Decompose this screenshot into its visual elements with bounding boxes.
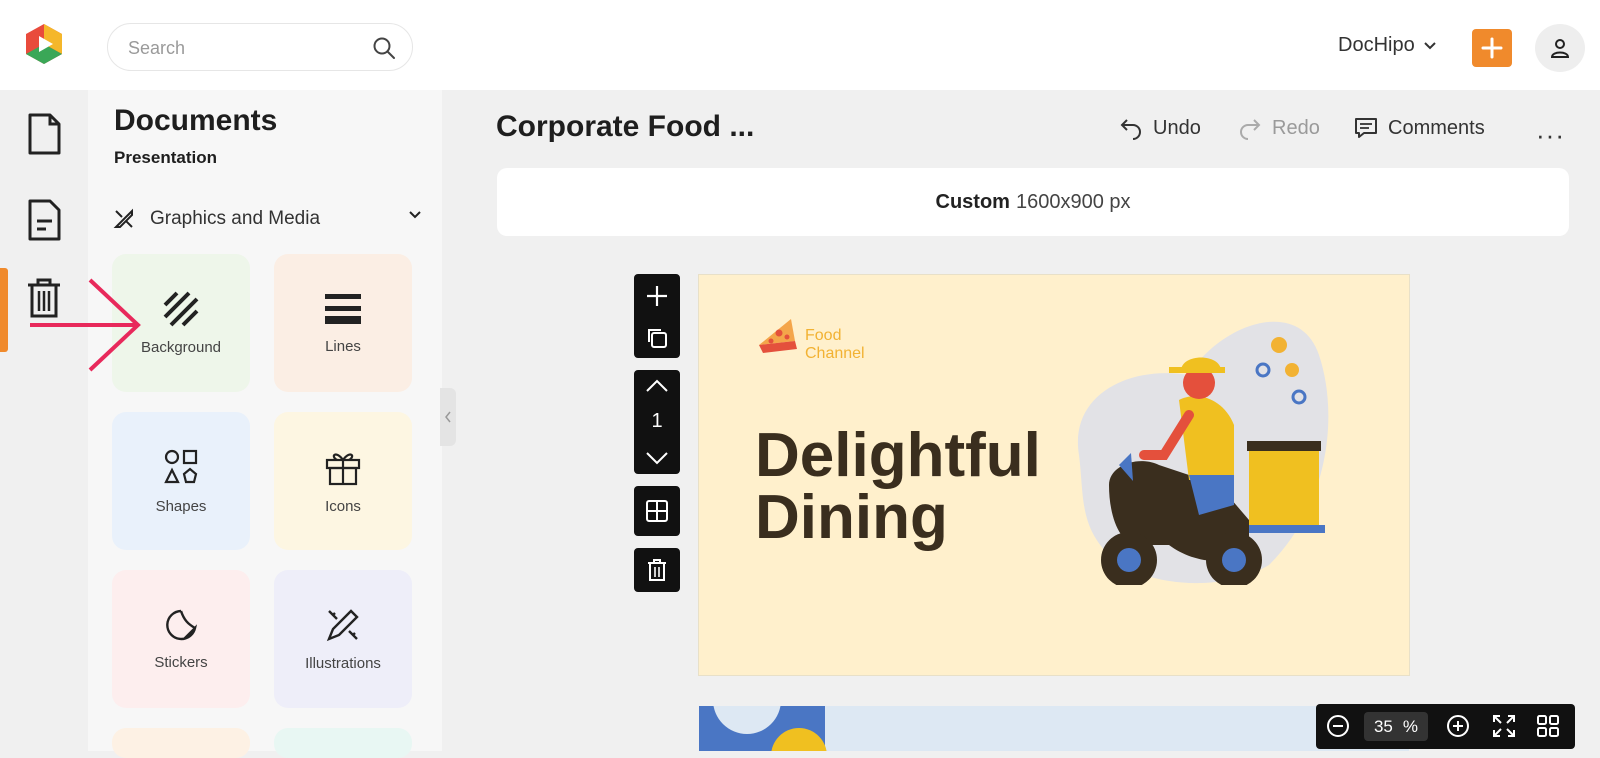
slide-canvas[interactable]: Food Channel Delightful Dining — [699, 275, 1409, 675]
collapse-panel-button[interactable] — [440, 388, 456, 446]
tile-label: Shapes — [155, 497, 207, 515]
canvas-size-bar[interactable]: Custom 1600x900 px — [497, 168, 1569, 236]
shapes-icon — [164, 449, 198, 483]
delivery-scooter-illustration — [1077, 321, 1329, 585]
tile-icons[interactable]: Icons — [274, 412, 412, 550]
slide-nav-tools: 1 — [634, 370, 680, 474]
brand-name: Food Channel — [805, 327, 865, 363]
account-menu[interactable]: DocHipo — [1338, 34, 1437, 57]
page-number: 1 — [651, 410, 663, 433]
rail-item-presentation[interactable] — [24, 198, 64, 242]
tile-partial[interactable] — [112, 728, 250, 758]
tile-label: Icons — [325, 497, 361, 515]
undo-button[interactable]: Undo — [1119, 116, 1201, 140]
top-bar: DocHipo — [0, 0, 1600, 90]
trash-icon — [648, 559, 666, 581]
page-grid-icon[interactable] — [1536, 714, 1560, 738]
account-name: DocHipo — [1338, 34, 1415, 56]
chevron-down-icon[interactable] — [645, 451, 669, 465]
zoom-value: 35 — [1373, 716, 1393, 736]
redo-icon — [1240, 119, 1261, 140]
left-rail — [0, 90, 88, 751]
documents-panel: Documents Presentation Graphics and Medi… — [88, 90, 442, 758]
slide-2-thumbnail[interactable] — [699, 706, 1409, 751]
comments-button[interactable]: Comments — [1354, 116, 1485, 140]
rail-item-document[interactable] — [24, 112, 64, 156]
dochipo-logo[interactable] — [22, 22, 66, 66]
comment-icon — [1355, 118, 1377, 138]
tile-label: Lines — [325, 337, 361, 355]
tile-label: Stickers — [154, 653, 208, 671]
annotation-arrow — [30, 278, 141, 372]
grid-icon — [646, 500, 668, 522]
comments-label: Comments — [1388, 116, 1485, 139]
add-button[interactable] — [1472, 29, 1512, 67]
section-label: Graphics and Media — [150, 208, 321, 229]
redo-button[interactable]: Redo — [1238, 116, 1320, 140]
tile-stickers[interactable]: Stickers — [112, 570, 250, 708]
tile-illustrations[interactable]: Illustrations — [274, 570, 412, 708]
brand-line-1: Food — [805, 327, 842, 344]
zoom-level[interactable]: 35 % — [1364, 712, 1428, 741]
add-page-icon[interactable] — [645, 284, 669, 308]
size-preset: Custom — [935, 190, 1010, 213]
design-tools-icon — [113, 208, 133, 228]
chevron-down-icon — [409, 211, 421, 219]
user-icon — [1550, 39, 1570, 58]
slide-2-decoration — [699, 706, 827, 751]
chevron-down-icon — [1423, 41, 1436, 49]
plus-icon — [1481, 37, 1503, 59]
duplicate-page-icon[interactable] — [646, 327, 668, 349]
chevron-left-icon — [445, 411, 451, 423]
slide-add-tools — [634, 274, 680, 358]
tile-label: Background — [140, 338, 222, 356]
user-profile-button[interactable] — [1535, 24, 1585, 72]
tile-partial[interactable] — [274, 728, 412, 758]
search-box[interactable] — [107, 23, 413, 71]
headline-line-2: Dining — [755, 483, 948, 552]
tile-label: Illustrations — [305, 654, 381, 672]
panel-title: Documents — [114, 104, 278, 137]
presentation-doc-icon — [28, 199, 61, 241]
document-title[interactable]: Corporate Food ... — [496, 110, 754, 144]
zoom-in-icon[interactable] — [1446, 714, 1470, 738]
panel-subtitle: Presentation — [114, 148, 217, 167]
undo-label: Undo — [1153, 116, 1201, 139]
tile-shapes[interactable]: Shapes — [112, 412, 250, 550]
search-icon[interactable] — [372, 36, 396, 60]
lines-icon — [325, 293, 361, 324]
fullscreen-icon[interactable] — [1492, 714, 1516, 738]
document-icon — [28, 113, 61, 155]
zoom-unit: % — [1402, 716, 1419, 736]
grid-view-button[interactable] — [634, 486, 680, 536]
more-options-button[interactable]: ··· — [1536, 120, 1565, 151]
slide-headline[interactable]: Delightful Dining — [755, 425, 1041, 549]
headline-line-1: Delightful — [755, 421, 1041, 490]
graphics-media-section-toggle[interactable]: Graphics and Media — [112, 204, 422, 234]
brand-line-2: Channel — [805, 345, 865, 362]
pen-ruler-icon — [326, 608, 359, 641]
stripes-icon — [163, 291, 199, 326]
delete-page-button[interactable] — [634, 548, 680, 592]
size-dimensions: 1600x900 px — [1015, 190, 1131, 213]
pizza-logo-icon — [759, 319, 797, 353]
gift-icon — [325, 452, 361, 485]
zoom-out-icon[interactable] — [1326, 714, 1350, 738]
active-indicator — [0, 268, 8, 352]
redo-label: Redo — [1272, 116, 1320, 139]
zoom-controls: 35 % — [1316, 704, 1575, 749]
chevron-up-icon[interactable] — [645, 379, 669, 393]
tile-lines[interactable]: Lines — [274, 254, 412, 392]
search-input[interactable] — [128, 36, 358, 60]
sticker-icon — [166, 609, 198, 640]
undo-icon — [1120, 119, 1141, 140]
